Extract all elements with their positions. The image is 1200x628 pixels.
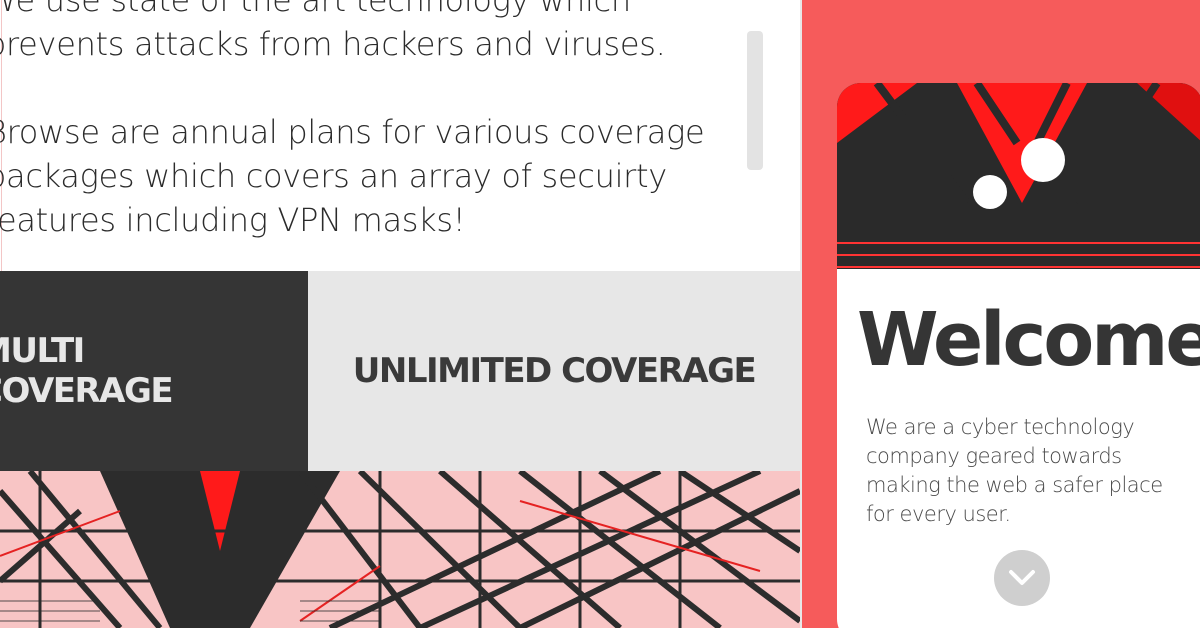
tab-multi-coverage-label: MULTI COVERAGE: [0, 331, 174, 411]
paragraph-technology: We use state of the art technology which…: [0, 0, 666, 63]
chevron-down-icon: [1009, 570, 1035, 585]
glass-roof-image: [0, 471, 800, 628]
card-image: [837, 83, 1200, 269]
card-header-image: [837, 83, 1200, 269]
coverage-tabs: MULTI COVERAGE UNLIMITED COVERAGE: [0, 271, 800, 471]
left-panel: We use state of the art technology which…: [0, 0, 800, 628]
hero-image: [0, 471, 800, 628]
tab-unlimited-coverage[interactable]: UNLIMITED COVERAGE: [308, 271, 800, 471]
welcome-card: Welcome We are a cyber technology compan…: [837, 83, 1200, 628]
welcome-description: We are a cyber technology company geared…: [866, 415, 1163, 526]
welcome-heading: Welcome: [857, 297, 1200, 383]
scrollbar-thumb[interactable]: [747, 31, 763, 170]
scroll-down-button[interactable]: [994, 550, 1050, 606]
tab-unlimited-coverage-label: UNLIMITED COVERAGE: [352, 351, 757, 391]
text-content: We use state of the art technology which…: [0, 0, 726, 271]
page: We use state of the art technology which…: [0, 0, 1200, 628]
tab-multi-coverage[interactable]: MULTI COVERAGE: [0, 271, 308, 471]
paragraph-plans: Browse are annual plans for various cove…: [0, 113, 705, 239]
scrollable-text-area[interactable]: We use state of the art technology which…: [0, 0, 800, 271]
right-panel: Welcome We are a cyber technology compan…: [800, 0, 1200, 628]
panel-divider: [800, 0, 802, 628]
